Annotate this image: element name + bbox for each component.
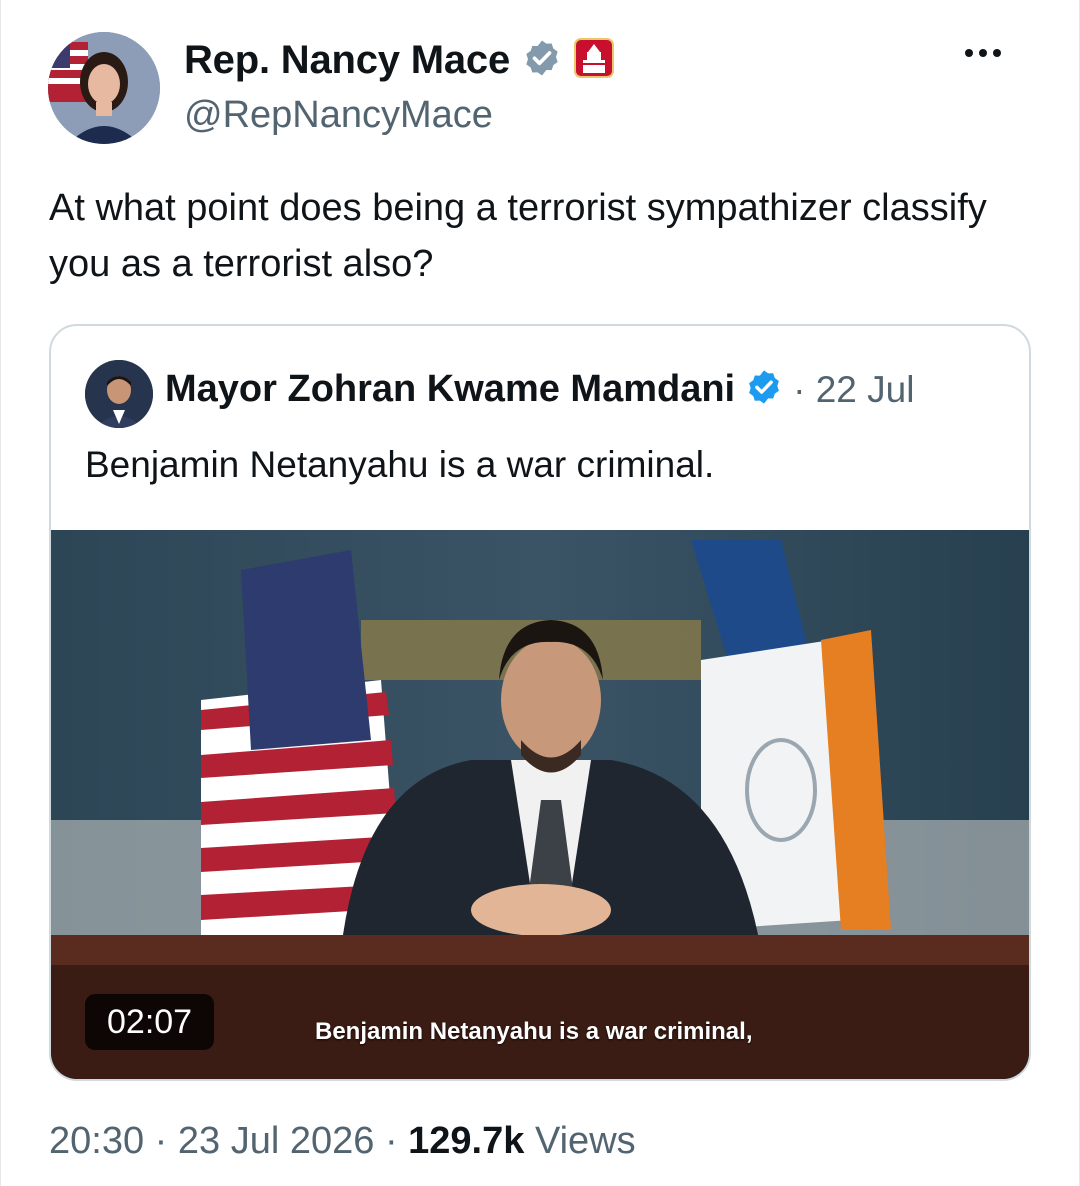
house-gop-badge-icon bbox=[574, 38, 615, 83]
author-name[interactable]: Rep. Nancy Mace bbox=[184, 38, 510, 83]
tweet-text: At what point does being a terrorist sym… bbox=[49, 187, 987, 285]
verified-icon bbox=[522, 38, 562, 83]
quoted-author-name[interactable]: Mayor Zohran Kwame Mamdani bbox=[165, 368, 735, 411]
tweet-footer: 20:30 · 23 Jul 2026 · 129.7k Views bbox=[49, 1120, 636, 1163]
more-dot bbox=[979, 49, 987, 57]
tweet-time[interactable]: 20:30 bbox=[49, 1120, 144, 1162]
verified-icon bbox=[745, 368, 783, 411]
more-dot bbox=[993, 49, 1001, 57]
tweet-date[interactable]: 23 Jul 2026 bbox=[178, 1120, 375, 1162]
tweet-container: Rep. Nancy Mace @RepNancyMace At what po… bbox=[0, 0, 1080, 1186]
video-player[interactable]: 02:07 Benjamin Netanyahu is a war crimin… bbox=[51, 530, 1029, 1079]
quoted-author-avatar[interactable] bbox=[85, 360, 153, 428]
quoted-header: Mayor Zohran Kwame Mamdani · 22 Jul bbox=[165, 368, 914, 411]
quoted-tweet[interactable]: Mayor Zohran Kwame Mamdani · 22 Jul Benj… bbox=[49, 324, 1031, 1081]
views-count[interactable]: 129.7k bbox=[408, 1120, 524, 1162]
more-options-icon[interactable] bbox=[965, 38, 1017, 68]
separator: · bbox=[384, 1120, 398, 1162]
more-dot bbox=[965, 49, 973, 57]
quoted-text: Benjamin Netanyahu is a war criminal. bbox=[85, 444, 715, 485]
author-name-row: Rep. Nancy Mace bbox=[184, 38, 615, 83]
author-handle[interactable]: @RepNancyMace bbox=[184, 94, 493, 137]
video-duration: 02:07 bbox=[85, 994, 215, 1050]
video-subtitle: Benjamin Netanyahu is a war criminal, bbox=[315, 1018, 753, 1045]
quoted-date[interactable]: · 22 Jul bbox=[793, 369, 914, 411]
author-avatar[interactable] bbox=[48, 32, 160, 144]
separator: · bbox=[154, 1120, 168, 1162]
views-label: Views bbox=[534, 1120, 636, 1162]
